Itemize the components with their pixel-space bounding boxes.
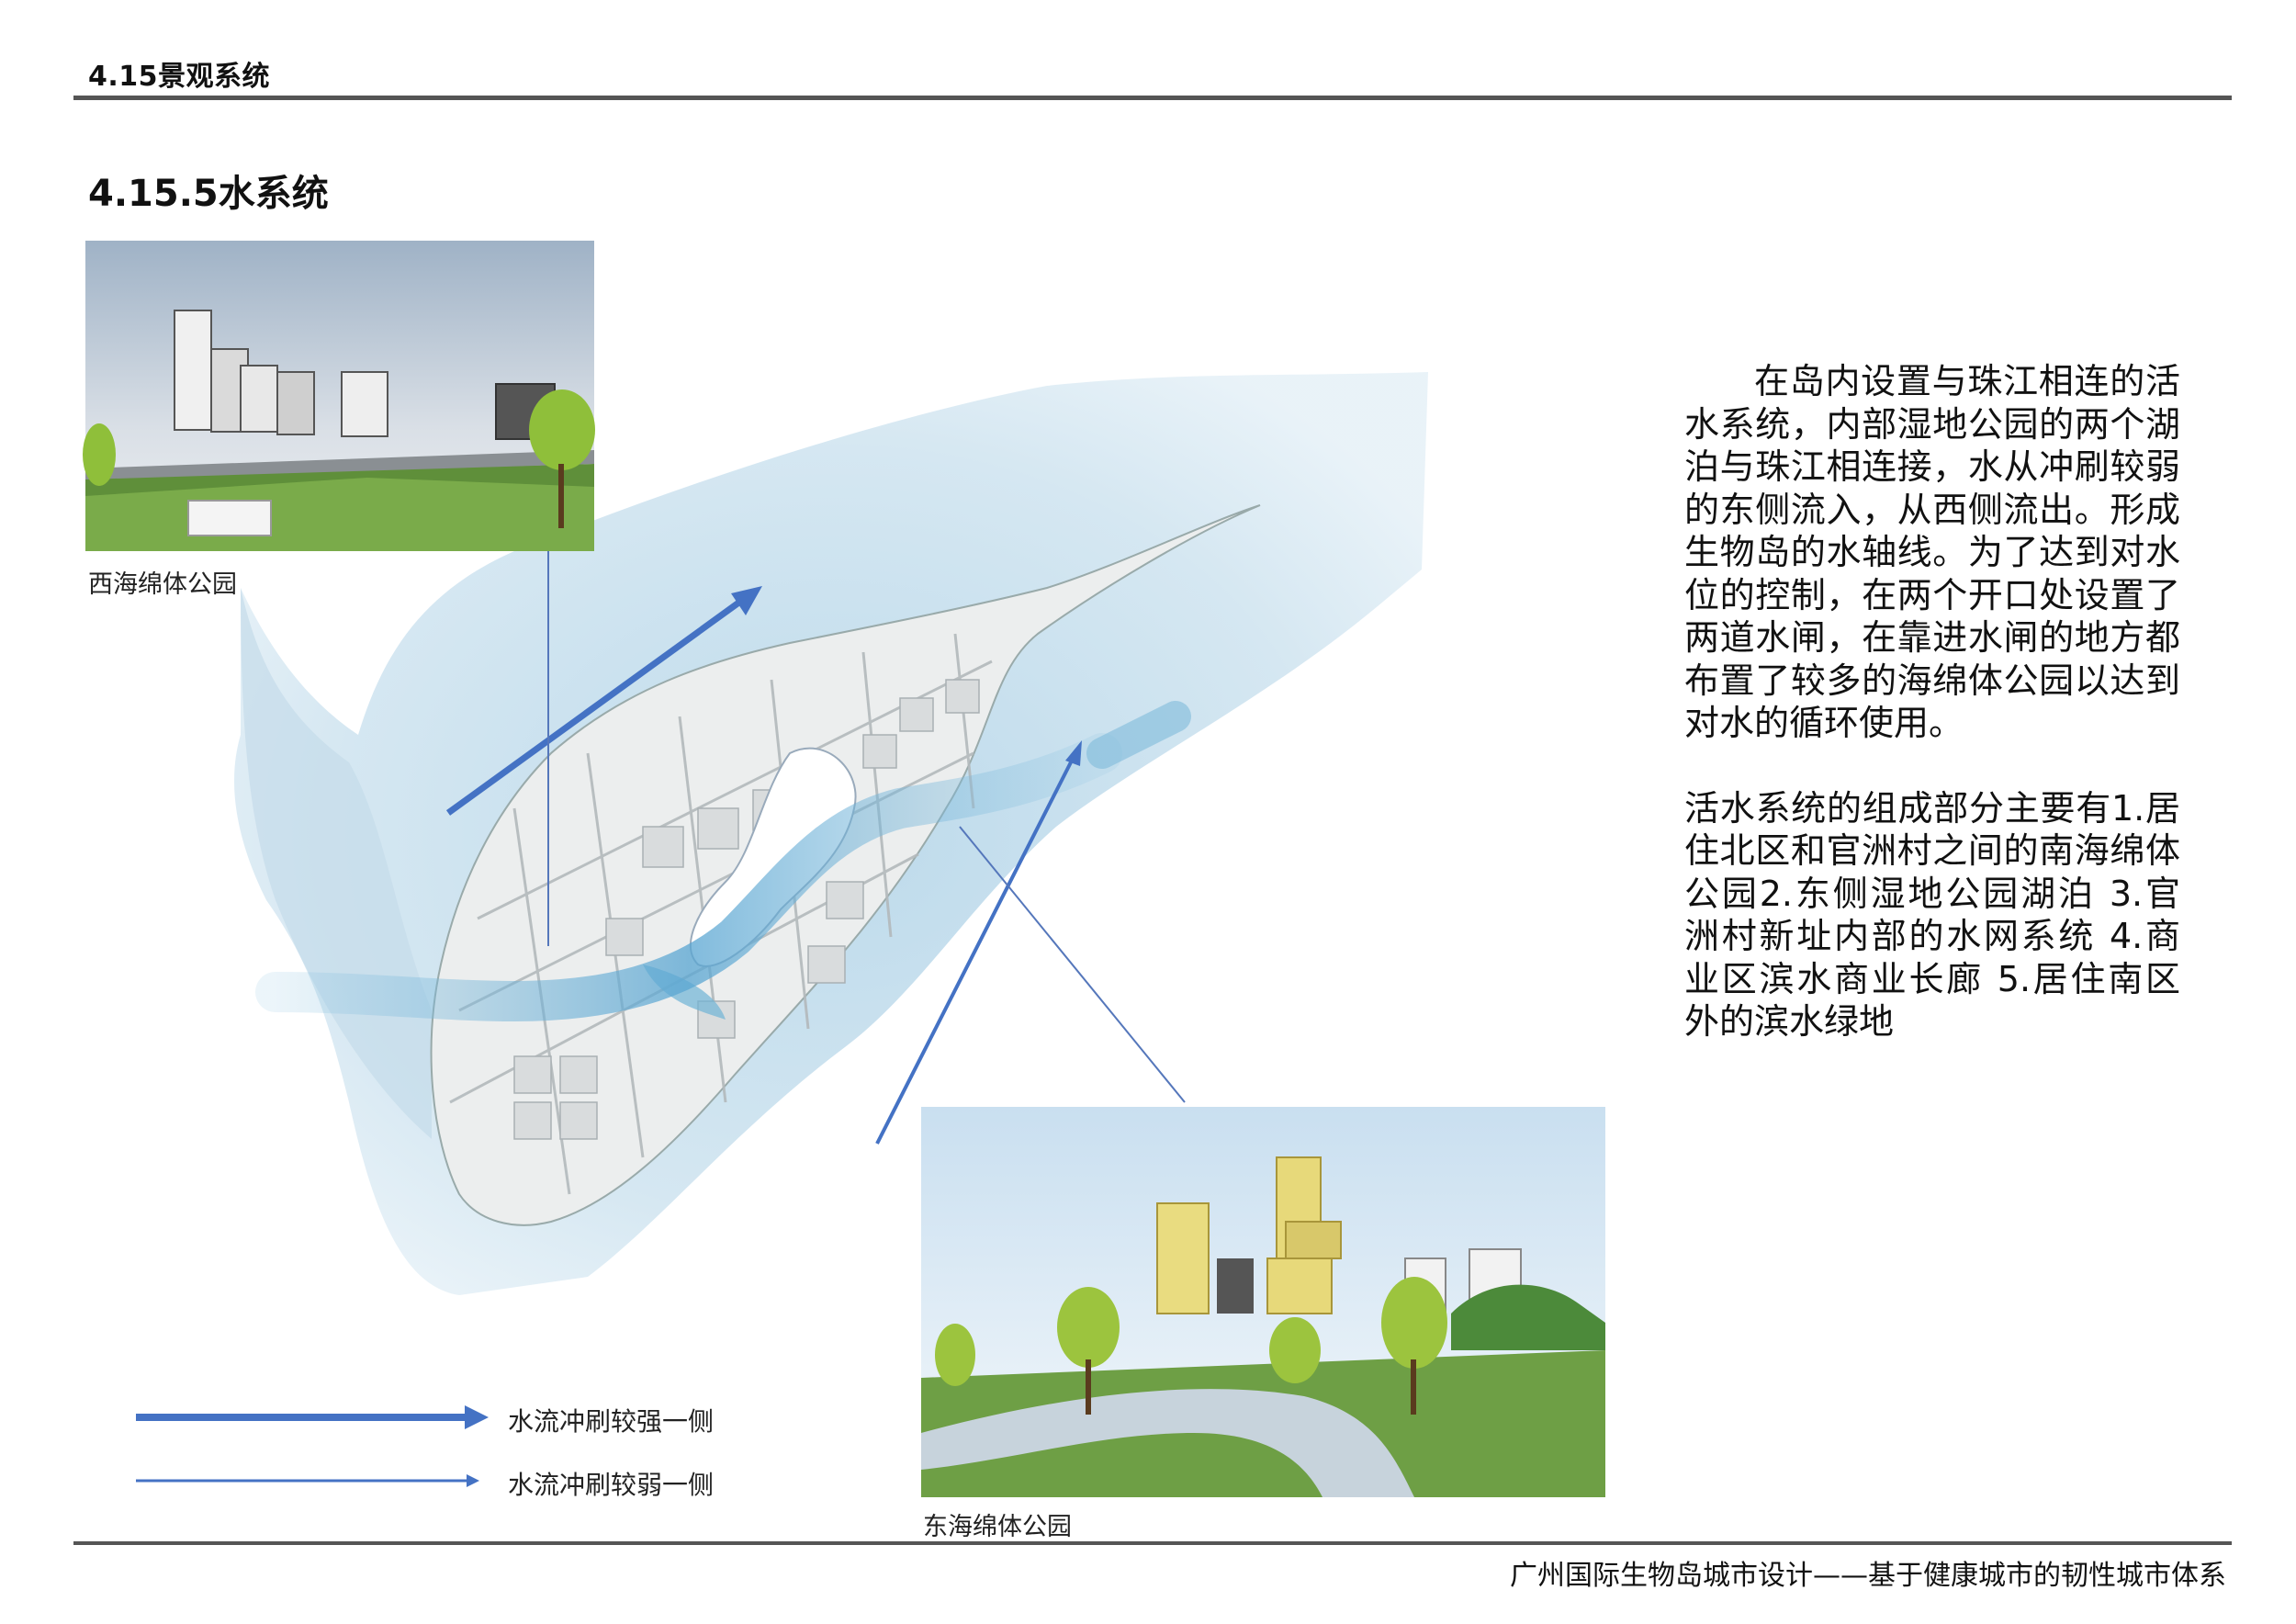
- east-photo-leader: [959, 826, 1186, 1103]
- description: 在岛内设置与珠江相连的活水系统，内部湿地公园的两个湖泊与珠江相连接，水从冲刷较弱…: [1684, 360, 2180, 1043]
- legend-strong-arrow: [136, 1405, 489, 1429]
- legend-strong-label: 水流冲刷较强一侧: [508, 1406, 715, 1437]
- east-park-caption: 东海绵体公园: [923, 1513, 1072, 1541]
- east-park-photo: [921, 1107, 1605, 1497]
- description-paragraph-1: 在岛内设置与珠江相连的活水系统，内部湿地公园的两个湖泊与珠江相连接，水从冲刷较弱…: [1684, 361, 2180, 743]
- footer-text: 广州国际生物岛城市设计——基于健康城市的韧性城市体系: [1510, 1560, 2226, 1592]
- west-park-caption: 西海绵体公园: [88, 570, 237, 599]
- west-park-photo: [83, 241, 595, 551]
- footer-rule: [73, 1541, 2232, 1545]
- description-paragraph-2: 活水系统的组成部分主要有1.居住北区和官洲村之间的南海绵体公园2.东侧湿地公园湖…: [1684, 787, 2180, 1043]
- legend-weak-arrow: [136, 1474, 479, 1487]
- legend-weak-label: 水流冲刷较弱一侧: [508, 1470, 715, 1500]
